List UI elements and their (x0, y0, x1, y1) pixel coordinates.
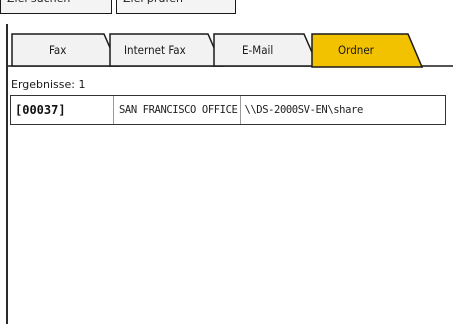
destination-path: \\DS-2000SV-EN\share (244, 104, 363, 116)
left-frame-line (6, 24, 8, 324)
destination-id: [00037] (11, 96, 114, 124)
destination-name: SAN FRANCISCO OFFICE (114, 96, 242, 124)
tab-bar (7, 33, 453, 68)
tab-folder[interactable]: Ordner (338, 43, 374, 57)
destination-screen: Ziel suchen Ziel prüfen Fax Internet Fax… (0, 0, 453, 324)
tab-email[interactable]: E-Mail (242, 43, 273, 57)
tab-internet-fax[interactable]: Internet Fax (124, 43, 186, 57)
results-count-label: Ergebnisse: 1 (11, 78, 86, 91)
tab-fax[interactable]: Fax (49, 43, 66, 57)
table-row[interactable]: [00037] SAN FRANCISCO OFFICE \\DS-2000SV… (10, 95, 446, 125)
